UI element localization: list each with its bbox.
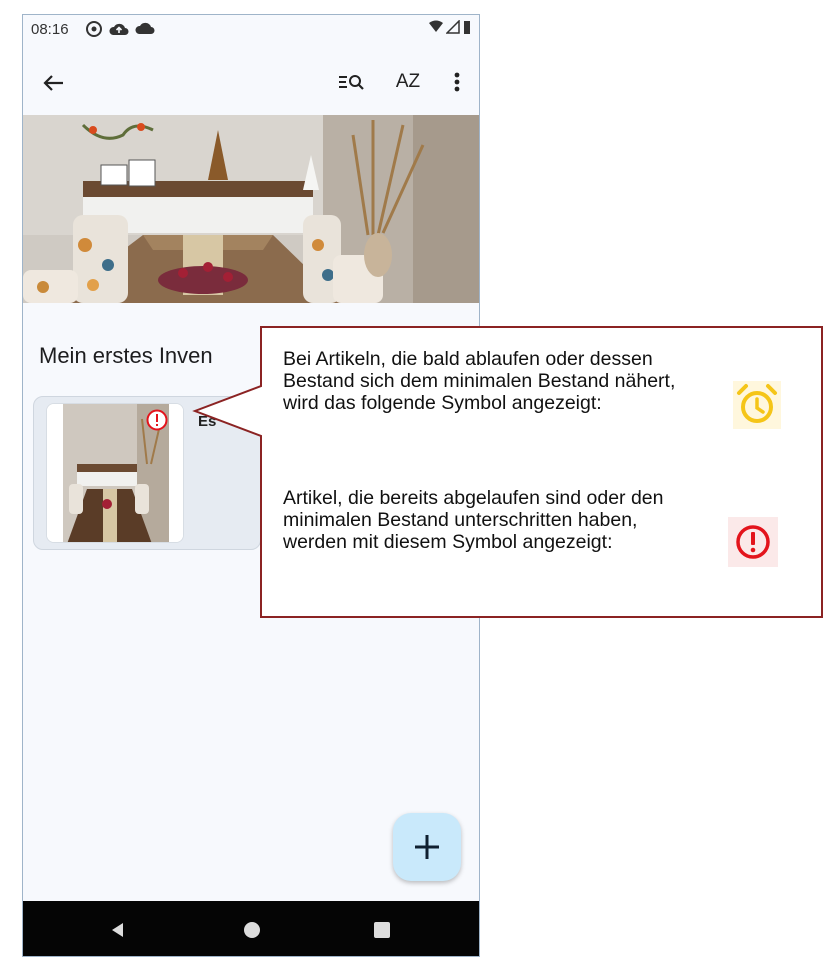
plus-icon [415,835,439,859]
back-arrow-icon[interactable] [37,67,69,99]
sync-icon [86,21,102,37]
status-right-icons [429,20,471,34]
status-bar: 08:16 [23,15,479,49]
nav-home-icon[interactable] [243,921,261,939]
sort-az-label: AZ [395,71,421,92]
cloud-upload-icon [109,23,129,35]
nav-recents-icon[interactable] [373,921,391,939]
sort-az-button[interactable]: AZ [390,71,426,103]
exclamation-circle-icon [728,517,778,567]
inventory-header-image [23,115,479,303]
item-thumbnail [46,403,184,543]
expired-exclamation-icon [146,409,168,431]
alarm-clock-icon [733,381,781,429]
item-name: Es [198,413,217,430]
search-list-icon[interactable] [335,66,367,98]
status-left-icons [85,20,155,38]
app-bar: AZ [23,49,479,115]
wifi-icon [429,20,443,32]
more-vert-icon[interactable] [441,66,473,98]
cloud-icon [135,22,155,34]
callout-text-expired: Artikel, die bereits abgelaufen sind ode… [283,487,664,553]
battery-icon [464,21,470,34]
inventory-title: Mein erstes Inven [39,343,213,368]
nav-back-icon[interactable] [109,921,127,939]
signal-icon [446,20,460,34]
inventory-item-card[interactable]: Es [33,396,261,550]
add-item-button[interactable] [393,813,461,881]
system-nav-bar [23,901,479,956]
phone-screen: 08:16 AZ Mein erstes Inven Es [22,14,480,957]
status-time: 08:16 [31,21,69,38]
callout-text-warning: Bei Artikeln, die bald ablaufen oder des… [283,348,676,414]
